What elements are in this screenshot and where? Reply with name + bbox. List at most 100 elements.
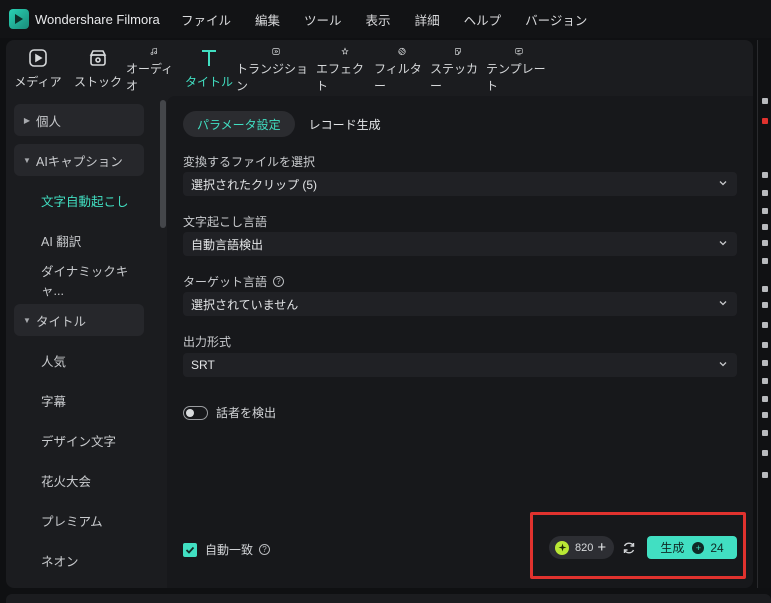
strip-icon	[762, 378, 768, 384]
toolbar-transitions-label: トランジション	[236, 62, 309, 93]
menu-file[interactable]: ファイル	[181, 10, 231, 29]
transcribe-language-label: 文字起こし言語	[183, 215, 268, 229]
strip-icon	[762, 258, 768, 264]
toolbar-titles[interactable]: タイトル	[182, 40, 236, 94]
menu-advanced[interactable]: 詳細	[415, 10, 440, 29]
sidebar-scrollbar[interactable]	[160, 100, 166, 228]
output-format-dropdown[interactable]: SRT	[183, 353, 737, 377]
menu-edit[interactable]: 編集	[255, 10, 280, 29]
help-icon[interactable]: ?	[259, 544, 271, 555]
strip-icon	[762, 302, 768, 308]
ai-credits-value: 820	[575, 541, 594, 554]
target-language-dropdown[interactable]: 選択されていません	[183, 292, 737, 316]
effect-icon	[341, 47, 349, 55]
strip-icon	[762, 98, 768, 104]
sidebar-group-ai-caption[interactable]: ▼ AIキャプション	[14, 144, 144, 176]
menu-tools[interactable]: ツール	[304, 10, 342, 29]
strip-icon	[762, 190, 768, 196]
auto-match-row: 自動一致 ?	[183, 541, 271, 558]
transcribe-language-value: 自動言語検出	[191, 237, 264, 252]
help-icon[interactable]: ?	[273, 276, 285, 287]
sidebar-item-design-text[interactable]: デザイン文字	[14, 424, 144, 456]
generate-cost: 24	[710, 540, 724, 555]
toolbar-media[interactable]: メディア	[6, 40, 70, 94]
template-icon	[515, 48, 523, 56]
toolbar-audio[interactable]: オーディオ	[126, 40, 182, 94]
toolbar-stock-label: ストック	[73, 75, 122, 89]
sidebar-item-ai-translate[interactable]: AI 翻訳	[14, 224, 144, 256]
target-language-label: ターゲット言語 ?	[183, 273, 285, 290]
menu-version[interactable]: バージョン	[525, 10, 587, 29]
chevron-down-icon	[719, 301, 727, 306]
sidebar-item-neon[interactable]: ネオン	[14, 544, 144, 576]
ai-credits-badge[interactable]: 820 +	[549, 536, 614, 559]
add-credits-icon[interactable]: +	[597, 539, 606, 556]
refresh-icon[interactable]	[622, 541, 636, 555]
toolbar-titles-label: タイトル	[184, 75, 233, 89]
sidebar-group-titles[interactable]: ▼ タイトル	[14, 304, 144, 336]
toolbar-transitions[interactable]: トランジション	[236, 40, 316, 94]
media-icon	[29, 49, 47, 67]
strip-icon	[762, 472, 768, 478]
generate-button[interactable]: 生成 + 24	[647, 536, 737, 559]
generate-label: 生成	[660, 541, 685, 555]
output-format-label: 出力形式	[183, 335, 232, 349]
strip-icon	[762, 412, 768, 418]
sidebar-item-popular[interactable]: 人気	[14, 344, 144, 376]
toolbar-effects[interactable]: エフェクト	[316, 40, 374, 94]
sticker-icon	[455, 48, 461, 55]
menu-view[interactable]: 表示	[366, 10, 391, 29]
app-title: Wondershare Filmora	[35, 11, 160, 27]
toolbar-stock[interactable]: ストック	[70, 40, 126, 94]
library-panel: メディア ストック オーディオ タイトル トランジション エフェクト フィルター	[6, 40, 753, 588]
sidebar-item-premium[interactable]: プレミアム	[14, 504, 144, 536]
title-t-icon	[202, 50, 216, 66]
sidebar-group-label: AIキャプション	[36, 154, 123, 169]
toolbar-templates-label: テンプレート	[486, 62, 546, 93]
strip-icon	[762, 208, 768, 214]
asset-toolbar: メディア ストック オーディオ タイトル トランジション エフェクト フィルター	[6, 40, 753, 94]
tab-record-generation[interactable]: レコード生成	[295, 111, 395, 137]
strip-icon	[762, 172, 768, 178]
checkmark-icon	[185, 546, 195, 554]
sidebar-group-personal[interactable]: ▶ 個人	[14, 104, 144, 136]
speaker-detect-row: 話者を検出	[183, 404, 276, 421]
target-language-value: 選択されていません	[191, 297, 299, 312]
sidebar-item-subtitles[interactable]: 字幕	[14, 384, 144, 416]
strip-icon	[762, 118, 768, 124]
ai-credit-icon	[555, 540, 569, 555]
expand-right-icon: ▶	[23, 115, 31, 125]
sidebar-item-dynamic-caption[interactable]: ダイナミックキャ...	[14, 264, 144, 298]
target-language-label-text: ターゲット言語	[183, 275, 268, 289]
adjacent-panel-strip	[757, 40, 771, 588]
toolbar-stickers-label: ステッカー	[430, 62, 479, 93]
transition-icon	[272, 48, 280, 55]
sidebar-item-fireworks[interactable]: 花火大会	[14, 464, 144, 496]
tab-parameter-settings[interactable]: パラメータ設定	[183, 111, 295, 137]
toolbar-stickers[interactable]: ステッカー	[430, 40, 486, 94]
toolbar-media-label: メディア	[14, 75, 62, 89]
sidebar-item-auto-transcribe[interactable]: 文字自動起こし	[14, 184, 144, 216]
file-select-value: 選択されたクリップ (5)	[191, 177, 318, 192]
toolbar-templates[interactable]: テンプレート	[486, 40, 552, 94]
strip-icon	[762, 224, 768, 230]
strip-icon	[762, 430, 768, 436]
sidebar-group-label: タイトル	[36, 314, 87, 329]
toolbar-filters-label: フィルター	[374, 62, 422, 93]
chevron-down-icon	[719, 181, 727, 186]
toolbar-effects-label: エフェクト	[316, 62, 365, 93]
transcribe-language-dropdown[interactable]: 自動言語検出	[183, 232, 737, 256]
toolbar-filters[interactable]: フィルター	[374, 40, 430, 94]
strip-icon	[762, 240, 768, 246]
file-select-dropdown[interactable]: 選択されたクリップ (5)	[183, 172, 737, 196]
strip-icon	[762, 286, 768, 292]
stock-icon	[89, 50, 107, 66]
strip-icon	[762, 342, 768, 348]
menu-bar: Wondershare Filmora ファイル 編集 ツール 表示 詳細 ヘル…	[0, 0, 771, 38]
speaker-detect-toggle[interactable]	[183, 405, 208, 420]
menu-help[interactable]: ヘルプ	[464, 10, 502, 29]
filmora-logo-icon	[9, 9, 29, 29]
sidebar-group-label: 個人	[36, 114, 62, 129]
title-category-sidebar: ▶ 個人 ▼ AIキャプション 文字自動起こし AI 翻訳 ダイナミックキャ..…	[10, 100, 160, 588]
auto-match-checkbox[interactable]	[183, 542, 197, 557]
